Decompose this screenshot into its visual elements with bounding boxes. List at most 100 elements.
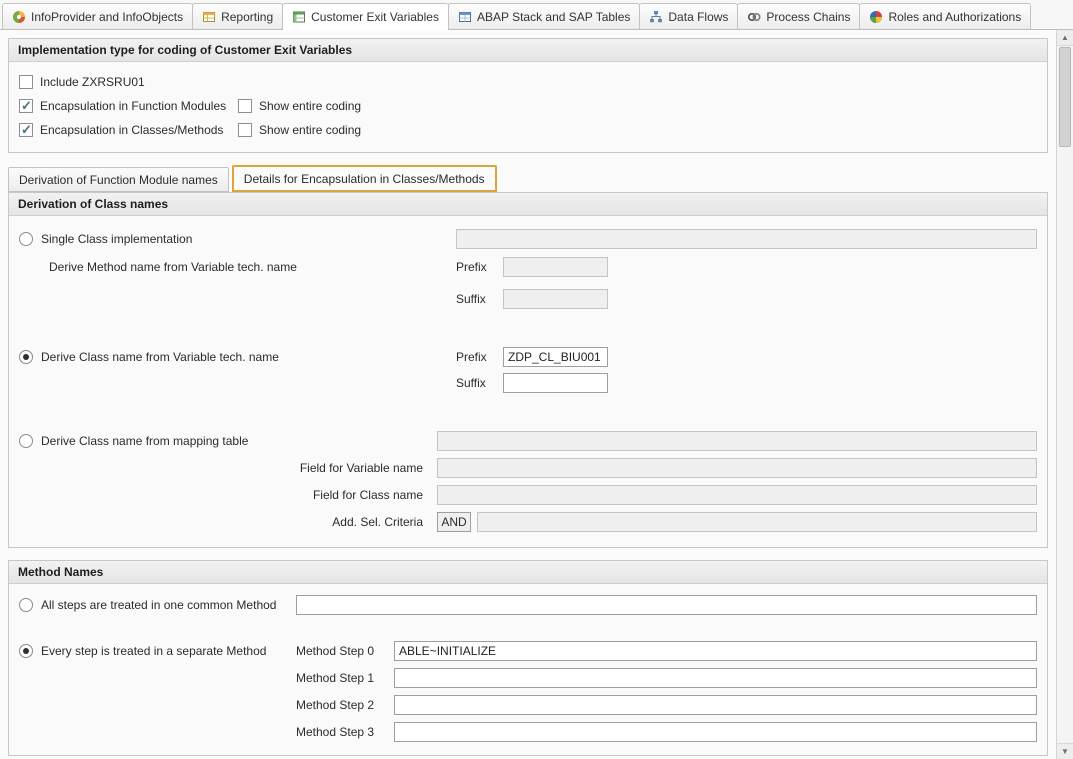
- method-step-3-row: Method Step 3: [19, 721, 1037, 743]
- abap-tables-icon: [458, 10, 472, 24]
- detail-tabstrip: Derivation of Function Module names Deta…: [8, 165, 1048, 192]
- show-entire-coding-fm-checkbox[interactable]: [238, 99, 252, 113]
- method-step-2-label: Method Step 2: [296, 698, 394, 712]
- encapsulation-function-modules-label: Encapsulation in Function Modules: [40, 99, 226, 113]
- class-prefix-label: Prefix: [456, 350, 503, 364]
- subtab-derivation-of-function-module-names[interactable]: Derivation of Function Module names: [8, 167, 229, 192]
- add-sel-criteria-label: Add. Sel. Criteria: [19, 515, 437, 529]
- subtab-label: Derivation of Function Module names: [19, 173, 218, 187]
- method-step-3-label: Method Step 3: [296, 725, 394, 739]
- tab-label: InfoProvider and InfoObjects: [31, 10, 183, 24]
- encapsulation-function-modules-checkbox[interactable]: [19, 99, 33, 113]
- tab-label: Data Flows: [668, 10, 728, 24]
- field-variable-name-row: Field for Variable name: [19, 457, 1037, 479]
- process-chains-icon: [747, 10, 761, 24]
- common-method-label: All steps are treated in one common Meth…: [41, 598, 276, 612]
- customer-exit-variables-icon: [292, 10, 306, 24]
- tab-label: Customer Exit Variables: [311, 10, 439, 24]
- derive-class-name-row: Derive Class name from Variable tech. na…: [19, 346, 1037, 368]
- field-variable-name-label: Field for Variable name: [19, 461, 437, 475]
- method-step-1-label: Method Step 1: [296, 671, 394, 685]
- tab-label: ABAP Stack and SAP Tables: [477, 10, 630, 24]
- derivation-of-class-names-group: Derivation of Class names Single Class i…: [8, 192, 1048, 548]
- scroll-down-icon[interactable]: ▼: [1057, 743, 1073, 759]
- method-names-group: Method Names All steps are treated in on…: [8, 560, 1048, 756]
- encapsulation-classes-methods-label: Encapsulation in Classes/Methods: [40, 123, 223, 137]
- encapsulation-classes-methods-checkbox[interactable]: [19, 123, 33, 137]
- main-tabstrip: InfoProvider and InfoObjects Reporting C…: [0, 0, 1073, 30]
- common-method-row: All steps are treated in one common Meth…: [19, 594, 1037, 616]
- derivation-of-class-names-title: Derivation of Class names: [9, 193, 1047, 216]
- tab-label: Process Chains: [766, 10, 850, 24]
- reporting-icon: [202, 10, 216, 24]
- tab-infoprovider-and-infoobjects[interactable]: InfoProvider and InfoObjects: [2, 3, 193, 29]
- mapping-table-row: Derive Class name from mapping table: [19, 430, 1037, 452]
- method-step-2-input[interactable]: [394, 695, 1037, 715]
- include-zxrsru01-label: Include ZXRSRU01: [40, 75, 145, 89]
- derive-method-name-label: Derive Method name from Variable tech. n…: [49, 260, 297, 274]
- subtab-details-encapsulation-classes-methods[interactable]: Details for Encapsulation in Classes/Met…: [232, 165, 497, 192]
- infoprovider-icon: [12, 10, 26, 24]
- class-suffix-input[interactable]: [503, 373, 608, 393]
- single-class-row: Single Class implementation: [19, 228, 1037, 250]
- method-step-0-input[interactable]: [394, 641, 1037, 661]
- tab-label: Reporting: [221, 10, 273, 24]
- common-method-radio[interactable]: [19, 598, 33, 612]
- class-suffix-row: Suffix: [19, 372, 1037, 394]
- tab-roles-and-authorizations[interactable]: Roles and Authorizations: [859, 3, 1031, 29]
- include-zxrsru01-checkbox[interactable]: [19, 75, 33, 89]
- derive-method-name-row: Derive Method name from Variable tech. n…: [19, 256, 1037, 278]
- derive-class-name-radio[interactable]: [19, 350, 33, 364]
- add-sel-criteria-input[interactable]: [477, 512, 1037, 532]
- separate-method-label: Every step is treated in a separate Meth…: [41, 644, 266, 658]
- show-entire-coding-cm-checkbox[interactable]: [238, 123, 252, 137]
- field-class-name-row: Field for Class name: [19, 484, 1037, 506]
- common-method-input[interactable]: [296, 595, 1037, 615]
- method-step-0-label: Method Step 0: [296, 644, 394, 658]
- mapping-table-label: Derive Class name from mapping table: [41, 434, 248, 448]
- include-zxrsru01-row: Include ZXRSRU01: [19, 70, 1037, 94]
- subtab-label: Details for Encapsulation in Classes/Met…: [244, 172, 485, 186]
- roles-authorizations-icon: [869, 10, 883, 24]
- scrollbar-thumb[interactable]: [1059, 47, 1071, 147]
- method-step-3-input[interactable]: [394, 722, 1037, 742]
- tab-process-chains[interactable]: Process Chains: [737, 3, 860, 29]
- criteria-operator-box[interactable]: AND: [437, 512, 471, 532]
- mapping-table-radio[interactable]: [19, 434, 33, 448]
- single-class-input[interactable]: [456, 229, 1037, 249]
- tab-abap-stack-and-sap-tables[interactable]: ABAP Stack and SAP Tables: [448, 3, 640, 29]
- method-prefix-input[interactable]: [503, 257, 608, 277]
- method-prefix-label: Prefix: [456, 260, 503, 274]
- encapsulation-classes-methods-row: Encapsulation in Classes/Methods Show en…: [19, 118, 1037, 142]
- derive-class-name-label: Derive Class name from Variable tech. na…: [41, 350, 279, 364]
- method-suffix-label: Suffix: [456, 292, 503, 306]
- scroll-up-icon[interactable]: ▲: [1057, 30, 1073, 46]
- customer-exit-variables-page: Implementation type for coding of Custom…: [0, 30, 1056, 759]
- field-class-name-input[interactable]: [437, 485, 1037, 505]
- show-entire-coding-cm-label: Show entire coding: [259, 123, 361, 137]
- mapping-table-input[interactable]: [437, 431, 1037, 451]
- separate-method-radio[interactable]: [19, 644, 33, 658]
- data-flows-icon: [649, 10, 663, 24]
- method-step-1-row: Method Step 1: [19, 667, 1037, 689]
- method-suffix-row: Suffix: [19, 288, 1037, 310]
- method-step-1-input[interactable]: [394, 668, 1037, 688]
- single-class-radio[interactable]: [19, 232, 33, 246]
- tab-customer-exit-variables[interactable]: Customer Exit Variables: [282, 3, 449, 29]
- vertical-scrollbar[interactable]: ▲ ▼: [1056, 30, 1073, 759]
- single-class-label: Single Class implementation: [41, 232, 192, 246]
- method-step-2-row: Method Step 2: [19, 694, 1037, 716]
- tab-data-flows[interactable]: Data Flows: [639, 3, 738, 29]
- add-sel-criteria-row: Add. Sel. Criteria AND: [19, 511, 1037, 533]
- tab-reporting[interactable]: Reporting: [192, 3, 283, 29]
- field-variable-name-input[interactable]: [437, 458, 1037, 478]
- implementation-type-group: Implementation type for coding of Custom…: [8, 38, 1048, 153]
- separate-method-row: Every step is treated in a separate Meth…: [19, 640, 1037, 662]
- method-suffix-input[interactable]: [503, 289, 608, 309]
- show-entire-coding-fm-label: Show entire coding: [259, 99, 361, 113]
- implementation-type-title: Implementation type for coding of Custom…: [9, 39, 1047, 62]
- class-suffix-label: Suffix: [456, 376, 503, 390]
- field-class-name-label: Field for Class name: [19, 488, 437, 502]
- class-prefix-input[interactable]: [503, 347, 608, 367]
- method-names-title: Method Names: [9, 561, 1047, 584]
